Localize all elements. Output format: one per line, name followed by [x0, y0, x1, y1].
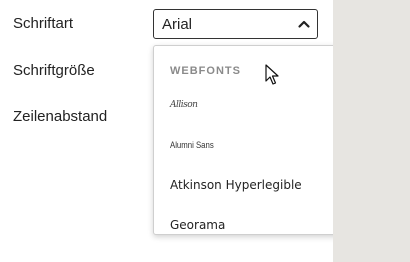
line-spacing-label: Zeilenabstand [13, 108, 108, 125]
mouse-pointer-icon [265, 64, 279, 85]
font-size-label: Schriftgröße [13, 62, 95, 79]
font-select[interactable]: Arial [153, 9, 318, 39]
font-option-atkinson-hyperlegible[interactable]: Atkinson Hyperlegible [170, 178, 302, 192]
chevron-up-icon[interactable] [297, 17, 311, 31]
group-header-webfonts: WEBFONTS [170, 65, 241, 77]
background-strip [333, 0, 410, 262]
font-select-value: Arial [162, 16, 193, 33]
font-settings-screen: Schriftart Schriftgröße Zeilenabstand Ar… [0, 0, 410, 262]
font-option-georama[interactable]: Georama [170, 218, 225, 232]
font-label: Schriftart [13, 15, 74, 32]
settings-panel: Schriftart Schriftgröße Zeilenabstand Ar… [0, 0, 393, 262]
font-option-alumni-sans[interactable]: Alumni Sans [170, 140, 214, 151]
font-option-allison[interactable]: Allison [170, 100, 198, 110]
